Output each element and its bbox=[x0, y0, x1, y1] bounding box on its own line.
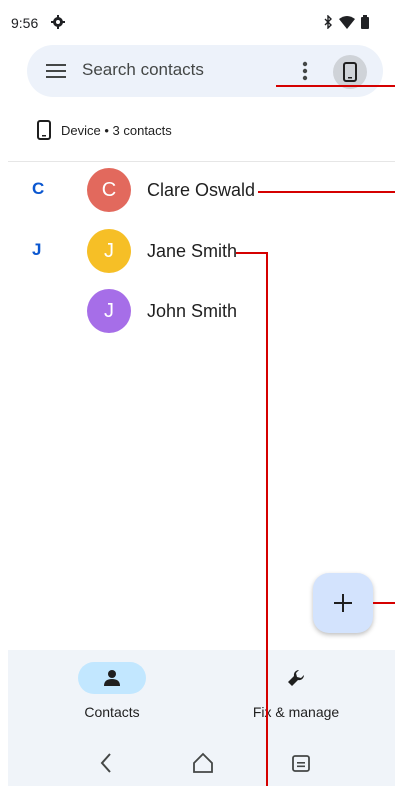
wifi-icon bbox=[339, 15, 355, 29]
recents-icon bbox=[292, 755, 310, 772]
menu-icon[interactable] bbox=[46, 62, 66, 80]
plus-icon bbox=[334, 594, 352, 612]
divider bbox=[8, 161, 395, 162]
wrench-icon bbox=[288, 669, 305, 686]
contact-avatar: C bbox=[87, 168, 131, 212]
annotation-line bbox=[266, 252, 268, 786]
section-letter-c: C bbox=[32, 179, 45, 198]
phone-device-icon bbox=[343, 62, 357, 82]
search-bar[interactable]: Search contacts bbox=[27, 45, 383, 97]
annotation-line bbox=[236, 252, 267, 254]
contact-avatar: J bbox=[87, 229, 131, 273]
section-letter-j: J bbox=[32, 240, 42, 259]
annotation-line bbox=[258, 191, 395, 193]
tab-label: Contacts bbox=[84, 704, 140, 720]
status-time: 9:56 bbox=[11, 15, 39, 31]
account-selector[interactable]: Device • 3 contacts bbox=[37, 118, 172, 142]
account-avatar[interactable] bbox=[333, 55, 367, 89]
home-icon bbox=[193, 752, 213, 773]
home-button[interactable] bbox=[188, 748, 218, 778]
back-button[interactable] bbox=[91, 748, 121, 778]
annotation-line bbox=[373, 602, 395, 604]
tab-indicator bbox=[78, 662, 146, 694]
contact-name: Clare Oswald bbox=[147, 179, 256, 200]
tab-indicator bbox=[262, 662, 330, 694]
account-label: Device • 3 contacts bbox=[61, 122, 172, 138]
tab-contacts[interactable]: Contacts bbox=[42, 662, 182, 720]
contacts-screen: 9:56 Search contacts Device • 3 contacts… bbox=[8, 10, 395, 786]
contact-avatar: J bbox=[87, 289, 131, 333]
back-icon bbox=[100, 753, 111, 773]
contact-name: Jane Smith bbox=[147, 240, 238, 261]
contact-row[interactable]: J Jane Smith bbox=[87, 229, 237, 273]
contact-row[interactable]: C Clare Oswald bbox=[87, 168, 255, 212]
battery-icon bbox=[361, 15, 369, 29]
gear-icon bbox=[51, 15, 65, 29]
contact-row[interactable]: J John Smith bbox=[87, 289, 237, 333]
more-options-icon[interactable] bbox=[295, 59, 315, 83]
person-icon bbox=[104, 670, 120, 686]
bluetooth-icon bbox=[324, 15, 332, 29]
search-input[interactable]: Search contacts bbox=[82, 60, 204, 80]
tab-fix-manage[interactable]: Fix & manage bbox=[226, 662, 366, 720]
annotation-line bbox=[276, 85, 395, 87]
bottom-navigation: Contacts Fix & manage bbox=[8, 650, 395, 786]
add-contact-button[interactable] bbox=[313, 573, 373, 633]
contact-name: John Smith bbox=[147, 300, 238, 321]
status-bar: 9:56 bbox=[8, 10, 395, 38]
recents-button[interactable] bbox=[286, 748, 316, 778]
phone-device-icon bbox=[37, 120, 51, 140]
